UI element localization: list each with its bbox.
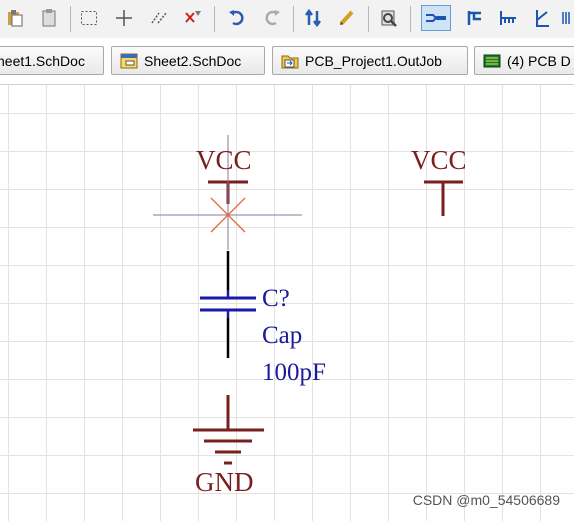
capacitor-value[interactable]: 100pF: [262, 359, 326, 387]
toolbar-separator: [410, 6, 411, 32]
place-port-icon[interactable]: [560, 5, 574, 31]
place-bus-icon[interactable]: [463, 5, 485, 31]
capacitor-symbol[interactable]: [200, 290, 256, 318]
undo-icon[interactable]: [226, 5, 248, 31]
gnd-label: GND: [195, 467, 254, 497]
move-icon[interactable]: [113, 5, 135, 31]
vcc-label-right: VCC: [411, 145, 467, 175]
watermark: CSDN @m0_54506689: [412, 492, 560, 508]
schematic-doc-icon: [120, 53, 138, 68]
tab-label: (4) PCB D: [507, 52, 571, 69]
tab-label: PCB_Project1.OutJob: [305, 52, 442, 69]
place-net-label-icon[interactable]: [530, 5, 552, 31]
select-area-icon[interactable]: [78, 5, 100, 31]
tab-sheet2-schdoc[interactable]: Sheet2.SchDoc: [111, 46, 265, 75]
gnd-power-port[interactable]: [193, 395, 264, 465]
deselect-icon[interactable]: [182, 5, 204, 31]
select-overlap-icon[interactable]: [148, 5, 170, 31]
pcb-doc-icon: [483, 54, 501, 67]
capacitor-comment[interactable]: Cap: [262, 322, 302, 350]
capacitor-designator[interactable]: C?: [262, 285, 290, 313]
toolbar-separator: [70, 6, 71, 32]
design-rule-icon[interactable]: [336, 5, 358, 31]
vcc-label-left: VCC: [196, 145, 252, 175]
toolbar: [0, 0, 574, 38]
browse-component-icon[interactable]: [378, 5, 400, 31]
place-wire-icon[interactable]: [421, 5, 451, 31]
tab-label: Sheet2.SchDoc: [144, 52, 242, 69]
redo-icon[interactable]: [261, 5, 283, 31]
document-tab-bar: heet1.SchDoc Sheet2.SchDoc PCB_Project1.…: [0, 38, 574, 85]
tab-pcb-project1-outjob[interactable]: PCB_Project1.OutJob: [272, 46, 468, 75]
cross-probe-icon[interactable]: [302, 5, 324, 31]
vcc-power-port-right[interactable]: [424, 180, 463, 216]
paste-icon[interactable]: [4, 5, 26, 31]
outjob-icon: [281, 55, 299, 68]
tab-pcb-document[interactable]: (4) PCB D: [474, 46, 574, 75]
place-bus-entry-icon[interactable]: [497, 5, 519, 31]
tab-sheet1-schdoc[interactable]: heet1.SchDoc: [0, 46, 104, 75]
toolbar-separator: [368, 6, 369, 32]
schematic-canvas[interactable]: VCC VCC C? Cap 100pF GND: [0, 85, 574, 521]
toolbar-separator: [293, 6, 294, 32]
tab-label: heet1.SchDoc: [0, 52, 85, 69]
toolbar-separator: [214, 6, 215, 32]
rubber-stamp-icon[interactable]: [38, 5, 60, 31]
